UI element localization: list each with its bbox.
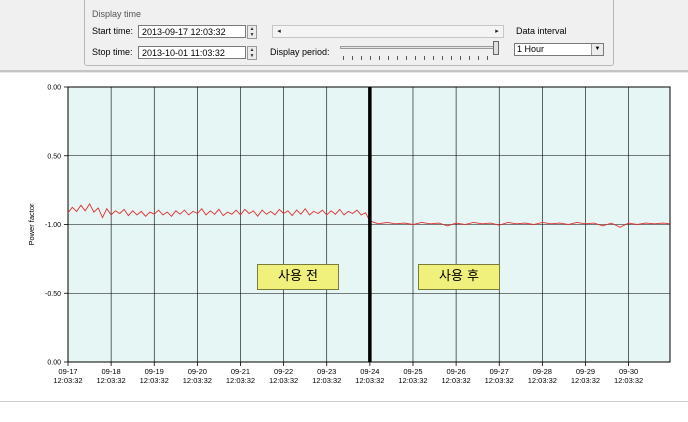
y-tick-label: 0.00 xyxy=(47,360,61,367)
x-tick-date-label: 09-20 xyxy=(188,367,207,376)
x-tick-time-label: 12:03:32 xyxy=(571,376,600,385)
annotation-before-use: 사용 전 xyxy=(257,264,339,290)
bottom-border xyxy=(0,401,688,402)
x-tick-date-label: 09-26 xyxy=(447,367,466,376)
x-tick-date-label: 09-29 xyxy=(576,367,595,376)
x-tick-time-label: 12:03:32 xyxy=(226,376,255,385)
x-tick-date-label: 09-21 xyxy=(231,367,250,376)
y-axis: 0.00 0.50 -1.00 -0.50 0.00 xyxy=(45,85,68,367)
x-tick-time-label: 12:03:32 xyxy=(398,376,427,385)
y-axis-label: Power factor xyxy=(27,203,36,246)
x-tick-time-label: 12:03:32 xyxy=(97,376,126,385)
x-tick-date-label: 09-17 xyxy=(58,367,77,376)
x-tick-date-label: 09-22 xyxy=(274,367,293,376)
x-tick-time-label: 12:03:32 xyxy=(614,376,643,385)
x-tick-time-label: 12:03:32 xyxy=(485,376,514,385)
x-tick-date-label: 09-24 xyxy=(360,367,379,376)
x-tick-time-label: 12:03:32 xyxy=(312,376,341,385)
x-tick-date-label: 09-23 xyxy=(317,367,336,376)
x-tick-date-label: 09-18 xyxy=(102,367,121,376)
x-tick-time-label: 12:03:32 xyxy=(269,376,298,385)
y-tick-label: 0.50 xyxy=(47,153,61,160)
x-tick-date-label: 09-19 xyxy=(145,367,164,376)
annotation-after-use: 사용 후 xyxy=(418,264,500,290)
x-tick-date-label: 09-27 xyxy=(490,367,509,376)
x-tick-time-label: 12:03:32 xyxy=(442,376,471,385)
y-tick-label: -1.00 xyxy=(45,222,61,229)
x-tick-time-label: 12:03:32 xyxy=(528,376,557,385)
x-tick-time-label: 12:03:32 xyxy=(53,376,82,385)
x-tick-time-label: 12:03:32 xyxy=(183,376,212,385)
y-tick-label: -0.50 xyxy=(45,291,61,298)
x-tick-time-label: 12:03:32 xyxy=(140,376,169,385)
x-axis: 09-1712:03:3209-1812:03:3209-1912:03:320… xyxy=(53,362,643,385)
x-tick-date-label: 09-28 xyxy=(533,367,552,376)
power-factor-chart: 0.000.50-1.00-0.500.00 09-1712:03:3209-1… xyxy=(27,85,671,385)
x-tick-date-label: 09-30 xyxy=(619,367,638,376)
x-tick-time-label: 12:03:32 xyxy=(355,376,384,385)
y-tick-label: 0.00 xyxy=(47,85,61,92)
x-tick-date-label: 09-25 xyxy=(403,367,422,376)
